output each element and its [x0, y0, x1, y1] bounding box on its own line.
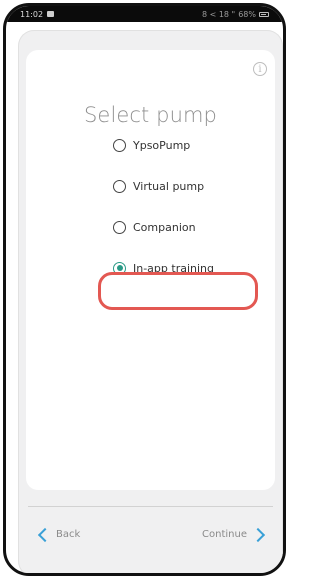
phone-frame: 11:02 8 < 18 " 68% i Select pump YpsoPum…	[3, 3, 286, 576]
footer-divider	[28, 506, 273, 507]
info-icon[interactable]: i	[253, 62, 267, 76]
option-ypsopump[interactable]: YpsoPump	[113, 136, 283, 154]
battery-percent: 68%	[238, 9, 256, 19]
selected-option-highlight	[98, 272, 258, 310]
option-companion[interactable]: Companion	[113, 218, 283, 236]
status-bar: 11:02 8 < 18 " 68%	[6, 6, 283, 22]
option-label-companion: Companion	[133, 220, 196, 234]
option-label-virtual-pump: Virtual pump	[133, 179, 205, 193]
navigation-footer: Back Continue	[18, 518, 283, 552]
continue-label: Continue	[202, 529, 247, 540]
radio-virtual-pump[interactable]	[113, 179, 126, 193]
status-left: 11:02	[20, 9, 55, 19]
option-label-ypsopump: YpsoPump	[133, 138, 191, 152]
app-screen: i Select pump YpsoPump Virtual pump Comp…	[18, 30, 283, 573]
option-virtual-pump[interactable]: Virtual pump	[113, 177, 283, 195]
status-indicators: 8 < 18 "	[201, 9, 236, 19]
continue-button[interactable]: Continue	[202, 527, 266, 542]
radio-companion[interactable]	[113, 220, 126, 234]
chevron-left-icon	[37, 527, 53, 542]
back-button[interactable]: Back	[37, 527, 81, 542]
status-time: 11:02	[20, 9, 44, 19]
battery-icon	[259, 11, 269, 17]
image-notification-icon	[47, 11, 55, 17]
status-right: 8 < 18 " 68%	[202, 10, 269, 19]
select-pump-card: i Select pump YpsoPump Virtual pump Comp…	[26, 50, 275, 490]
radio-ypsopump[interactable]	[113, 138, 126, 152]
back-label: Back	[56, 529, 81, 540]
chevron-right-icon	[250, 527, 266, 542]
page-title: Select pump	[84, 103, 217, 127]
